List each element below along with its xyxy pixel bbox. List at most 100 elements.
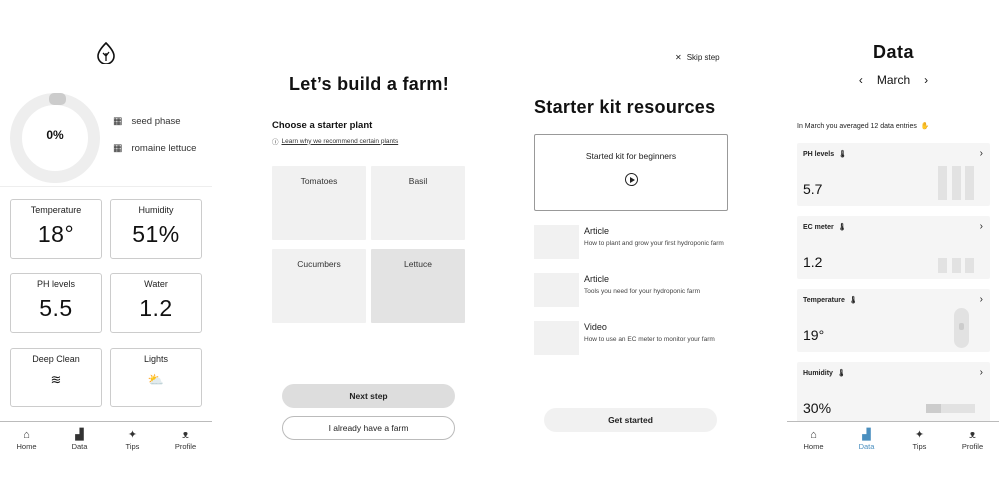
- tab-tips[interactable]: ✦ Tips: [900, 422, 940, 461]
- card-value: 51%: [132, 221, 180, 247]
- tab-label: Profile: [174, 442, 197, 451]
- card-value: 18°: [37, 221, 75, 247]
- card-label: Deep Clean: [32, 354, 80, 364]
- card-value: 19°: [803, 327, 825, 343]
- plant-tile-cucumbers[interactable]: Cucumbers: [272, 249, 366, 323]
- card-value: 5.5: [39, 295, 73, 321]
- learn-link[interactable]: ⓘ Learn why we recommend certain plants: [272, 136, 399, 147]
- card-label: Lights: [143, 354, 169, 364]
- sunrise-icon: ⛅: [147, 372, 165, 387]
- resource-type[interactable]: Article: [584, 274, 609, 284]
- plant-tile-lettuce[interactable]: Lettuce: [371, 249, 465, 323]
- card-label: Humidity: [138, 205, 174, 215]
- home-icon: ⌂: [23, 429, 30, 441]
- page-title: Starter kit resources: [534, 97, 716, 117]
- card-value: 30%: [803, 400, 832, 416]
- thermometer-icon: 🌡: [836, 370, 846, 377]
- play-icon[interactable]: [624, 173, 638, 186]
- waves-icon: ≋: [50, 372, 62, 387]
- lights-card[interactable]: Lights ⛅: [110, 348, 202, 407]
- resource-thumbnail[interactable]: [534, 321, 579, 355]
- kit-label: Started kit for beginners: [585, 151, 677, 161]
- resource-thumbnail[interactable]: [534, 273, 579, 307]
- mini-bar: [938, 258, 947, 273]
- humidity-card[interactable]: Humidity 51%: [110, 199, 202, 259]
- get-started-button[interactable]: Get started: [544, 408, 717, 432]
- tab-label: Profile: [961, 442, 984, 451]
- plant-row: ▦ romaine lettuce: [113, 143, 196, 154]
- tab-label: Tips: [125, 442, 140, 451]
- tab-home[interactable]: ⌂ Home: [794, 422, 834, 461]
- tab-home[interactable]: ⌂ Home: [7, 422, 47, 461]
- tab-profile[interactable]: ᴥ Profile: [953, 422, 993, 461]
- chart-icon: ▟: [75, 429, 84, 441]
- chart-icon: ▟: [862, 429, 871, 441]
- month-selector: ‹ March ›: [787, 73, 1000, 87]
- thermometer-icon: 🌡: [837, 224, 847, 231]
- data-card-temperature[interactable]: Temperature 🌡 › 19°: [797, 289, 990, 352]
- next-step-button[interactable]: Next step: [282, 384, 455, 408]
- thermometer-icon: 🌡: [838, 151, 848, 158]
- close-icon: ✕: [675, 53, 682, 62]
- tab-data[interactable]: ▟ Data: [847, 422, 887, 461]
- have-farm-button[interactable]: I already have a farm: [282, 416, 455, 440]
- tab-label: Data: [71, 442, 88, 451]
- temperature-icon: 🌡: [848, 297, 858, 304]
- phase-label: seed phase: [131, 116, 181, 127]
- chevron-right-icon[interactable]: ›: [924, 73, 928, 87]
- plant-grid-icon: ▦: [113, 116, 123, 127]
- plant-tile-tomatoes[interactable]: Tomatoes: [272, 166, 366, 240]
- leaf-logo-icon: [97, 42, 115, 64]
- home-screen: 0% ▦ seed phase ▦ romaine lettuce Temper…: [0, 0, 212, 479]
- average-text: In March you averaged 12 data entries: [797, 122, 917, 130]
- resource-desc: Tools you need for your hydroponic farm: [584, 288, 700, 295]
- page-title: Data: [872, 42, 914, 62]
- tab-data[interactable]: ▟ Data: [60, 422, 100, 461]
- card-value: 1.2: [139, 295, 173, 321]
- chevron-right-icon[interactable]: ›: [980, 294, 983, 305]
- chevron-left-icon[interactable]: ‹: [859, 73, 863, 87]
- data-card-ec[interactable]: EC meter 🌡 › 1.2: [797, 216, 990, 279]
- chevron-right-icon[interactable]: ›: [980, 148, 983, 159]
- card-label-text: Humidity: [803, 369, 833, 377]
- tab-tips[interactable]: ✦ Tips: [113, 422, 153, 461]
- card-label: Temperature: [30, 205, 82, 215]
- card-label: PH levels: [36, 279, 75, 289]
- tab-label: Home: [803, 442, 824, 451]
- water-card[interactable]: Water 1.2: [110, 273, 202, 333]
- tab-profile[interactable]: ᴥ Profile: [166, 422, 206, 461]
- mini-bar: [952, 166, 961, 200]
- plant-tile-basil[interactable]: Basil: [371, 166, 465, 240]
- tab-label: Home: [16, 442, 37, 451]
- card-value: 1.2: [803, 254, 823, 270]
- chevron-right-icon[interactable]: ›: [980, 221, 983, 232]
- tab-label: Tips: [912, 442, 927, 451]
- resource-type[interactable]: Video: [584, 322, 607, 332]
- resource-thumbnail[interactable]: [534, 225, 579, 259]
- temperature-card[interactable]: Temperature 18°: [10, 199, 102, 259]
- ph-levels-card[interactable]: PH levels 5.5: [10, 273, 102, 333]
- info-icon: ⓘ: [272, 139, 279, 146]
- profile-icon: ᴥ: [182, 429, 189, 441]
- mini-bar: [952, 258, 961, 273]
- resource-desc: How to use an EC meter to monitor your f…: [584, 336, 715, 343]
- deep-clean-card[interactable]: Deep Clean ≋: [10, 348, 102, 407]
- tab-label: Data: [858, 442, 875, 451]
- gauge-knob: [959, 323, 964, 330]
- starter-kit-video[interactable]: Started kit for beginners: [534, 134, 728, 211]
- mini-bar: [965, 258, 974, 273]
- learn-link-text: Learn why we recommend certain plants: [281, 137, 399, 145]
- skip-label: Skip step: [686, 53, 720, 62]
- card-label-text: PH levels: [803, 150, 835, 158]
- progress-knob: [49, 93, 66, 105]
- data-card-ph[interactable]: PH levels 🌡 › 5.7: [797, 143, 990, 206]
- mini-bar: [965, 166, 974, 200]
- data-card-humidity[interactable]: Humidity 🌡 › 30%: [797, 362, 990, 425]
- plant-grid-icon: ▦: [113, 143, 123, 154]
- mini-bar: [938, 166, 947, 200]
- skip-step-button[interactable]: ✕ Skip step: [675, 53, 720, 62]
- resource-type[interactable]: Article: [584, 226, 609, 236]
- tab-bar: ⌂ Home ▟ Data ✦ Tips ᴥ Profile: [0, 421, 212, 461]
- chevron-right-icon[interactable]: ›: [980, 367, 983, 378]
- plant-label: romaine lettuce: [131, 143, 197, 154]
